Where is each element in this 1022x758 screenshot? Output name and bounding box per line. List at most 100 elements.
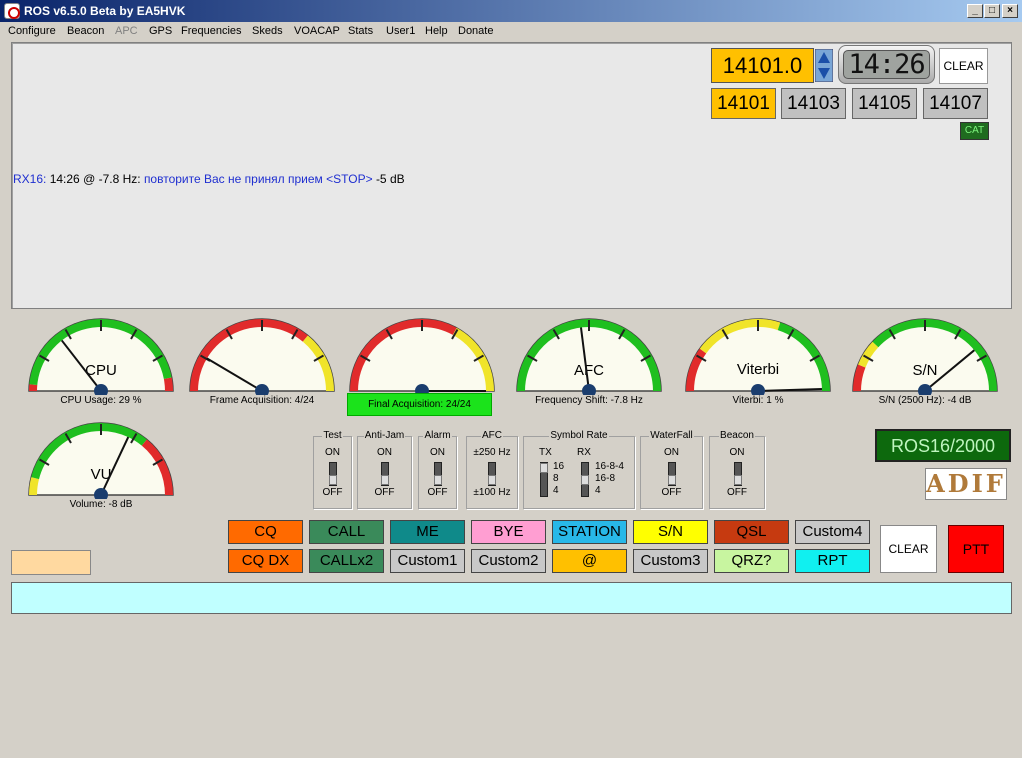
switch-knob: [581, 475, 589, 485]
macro-me-button[interactable]: ME: [390, 520, 465, 544]
switch-knob: [734, 475, 742, 485]
macro-custom4-button[interactable]: Custom4: [795, 520, 870, 544]
gauge-dial: CPU: [28, 318, 174, 395]
beacon-off-label: OFF: [727, 487, 747, 498]
beacon-on-label: ON: [729, 447, 745, 458]
afc-switch[interactable]: [488, 462, 496, 486]
macro-callx2-button[interactable]: CALLx2: [309, 549, 384, 573]
switch-knob: [381, 475, 389, 485]
tx-opt: 4: [553, 485, 559, 496]
switch-knob: [540, 463, 548, 473]
menu-beacon[interactable]: Beacon: [67, 25, 104, 37]
waterfall-on-label: ON: [664, 447, 679, 458]
macro-qrz--button[interactable]: QRZ?: [714, 549, 789, 573]
test-switch[interactable]: [329, 462, 337, 486]
antijam-switch[interactable]: [381, 462, 389, 486]
symbol-rate-group: Symbol Rate TX RX 16 8 4 16-8-4 16-8 4: [523, 430, 635, 509]
rx-opt: 16-8-4: [595, 461, 624, 472]
afc-title: AFC: [481, 430, 503, 441]
switch-knob: [488, 475, 496, 485]
menu-stats[interactable]: Stats: [348, 25, 373, 37]
macro-qsl-button[interactable]: QSL: [714, 520, 789, 544]
gauge-caption: Frequency Shift: -7.8 Hz: [535, 395, 643, 406]
macro-station-button[interactable]: STATION: [552, 520, 627, 544]
macro-custom2-button[interactable]: Custom2: [471, 549, 546, 573]
adif-button[interactable]: ADIF: [925, 468, 1007, 500]
cat-button[interactable]: CAT: [960, 122, 989, 140]
tx-opt: 8: [553, 473, 559, 484]
rx-mode-label: RX16:: [13, 172, 47, 186]
macro-custom3-button[interactable]: Custom3: [633, 549, 708, 573]
menu-donate[interactable]: Donate: [458, 25, 493, 37]
macro-cq-button[interactable]: CQ: [228, 520, 303, 544]
clear-tx-button[interactable]: CLEAR: [880, 525, 937, 573]
spinner-arrows-icon[interactable]: [814, 48, 834, 83]
mode-button[interactable]: ROS16/2000: [875, 429, 1011, 462]
gauge-caption: Viterbi: 1 %: [732, 395, 784, 406]
rx-text: повторите Вас не принял прием <STOP>: [143, 172, 373, 186]
gauge-dial: [189, 318, 335, 395]
preset-14105-button[interactable]: 14105: [852, 88, 917, 119]
gauge-caption: CPU Usage: 29 %: [60, 395, 142, 406]
frequency-spinner[interactable]: [814, 48, 834, 83]
rx-rate-switch[interactable]: [581, 462, 589, 497]
callsign-input[interactable]: [11, 550, 91, 575]
beacon-title: Beacon: [719, 430, 755, 441]
test-on-label: ON: [325, 447, 340, 458]
close-button[interactable]: ×: [1002, 4, 1018, 18]
antijam-switch-group: Anti-Jam ON OFF: [357, 430, 412, 509]
test-off-label: OFF: [322, 487, 343, 498]
clear-rx-button[interactable]: CLEAR: [939, 48, 988, 84]
gauge-caption: S/N (2500 Hz): -4 dB: [878, 395, 972, 406]
antijam-title: Anti-Jam: [363, 430, 406, 441]
transmit-text-input[interactable]: [11, 582, 1012, 614]
alarm-switch[interactable]: [434, 462, 442, 486]
rx-label: RX: [577, 447, 591, 458]
frequency-display[interactable]: 14101.0: [711, 48, 814, 83]
menu-apc[interactable]: APC: [115, 25, 138, 37]
rx-time: 14:26 @ -7.8 Hz:: [49, 172, 141, 186]
menu-configure[interactable]: Configure: [8, 25, 56, 37]
gauge-2: [347, 317, 497, 395]
gauge-caption: Volume: -8 dB: [69, 499, 133, 510]
macro-s-n-button[interactable]: S/N: [633, 520, 708, 544]
waterfall-off-label: OFF: [661, 487, 682, 498]
gauge-dial: VU: [28, 422, 174, 499]
gauge-zone: [853, 364, 866, 392]
gauge-caption: Frame Acquisition: 4/24: [209, 395, 315, 406]
waterfall-switch[interactable]: [668, 462, 676, 486]
menu-gps[interactable]: GPS: [149, 25, 172, 37]
macro-call-button[interactable]: CALL: [309, 520, 384, 544]
macro-custom1-button[interactable]: Custom1: [390, 549, 465, 573]
macro---button[interactable]: @: [552, 549, 627, 573]
ptt-button[interactable]: PTT: [948, 525, 1004, 573]
tx-rate-switch[interactable]: [540, 462, 548, 497]
minimize-button[interactable]: _: [967, 4, 983, 18]
menu-voacap[interactable]: VOACAP: [294, 25, 340, 37]
preset-14101-button[interactable]: 14101: [711, 88, 776, 119]
afc-on-label: ±250 Hz: [473, 447, 511, 458]
macro-cq-dx-button[interactable]: CQ DX: [228, 549, 303, 573]
macro-rpt-button[interactable]: RPT: [795, 549, 870, 573]
menu-frequencies[interactable]: Frequencies: [181, 25, 242, 37]
app-icon: [4, 3, 20, 19]
menu-help[interactable]: Help: [425, 25, 448, 37]
gauge-3: AFC: [514, 317, 664, 395]
preset-14107-button[interactable]: 14107: [923, 88, 988, 119]
alarm-on-label: ON: [430, 447, 445, 458]
alarm-title: Alarm: [423, 430, 452, 441]
antijam-on-label: ON: [377, 447, 392, 458]
gauge-0: CPU: [26, 317, 176, 395]
afc-off-label: ±100 Hz: [473, 487, 511, 498]
waterfall-title: WaterFall: [649, 430, 694, 441]
maximize-button[interactable]: □: [984, 4, 1000, 18]
preset-14103-button[interactable]: 14103: [781, 88, 846, 119]
menu-user1[interactable]: User1: [386, 25, 415, 37]
clock-display: 14:26: [843, 50, 930, 79]
gauge-dial: [349, 318, 495, 395]
menu-skeds[interactable]: Skeds: [252, 25, 283, 37]
tx-label: TX: [539, 447, 552, 458]
final-acquisition-caption: Final Acquisition: 24/24: [347, 393, 492, 416]
macro-bye-button[interactable]: BYE: [471, 520, 546, 544]
beacon-switch[interactable]: [734, 462, 742, 486]
